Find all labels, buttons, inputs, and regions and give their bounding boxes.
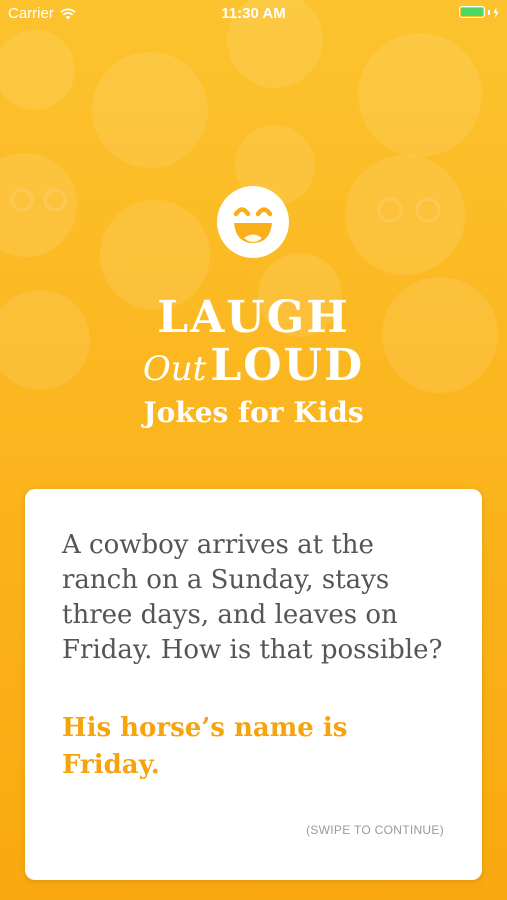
bg-face — [0, 153, 77, 257]
bg-face — [345, 155, 465, 275]
swipe-hint: (SWIPE TO CONTINUE) — [306, 823, 444, 837]
charging-bolt-icon — [493, 6, 499, 18]
battery-level — [461, 8, 483, 16]
status-bar: Carrier 11:30 AM — [0, 0, 507, 28]
battery-cap — [488, 9, 490, 15]
logo-out: Out — [142, 349, 207, 389]
joke-question: A cowboy arrives at the ranch on a Sunda… — [62, 530, 443, 665]
bg-face — [92, 52, 208, 168]
logo-laugh: LAUGH — [157, 292, 350, 343]
battery-icon — [459, 6, 485, 18]
logo-loud: LOUD — [210, 340, 365, 391]
logo-out-loud: OutLOUD — [0, 340, 507, 391]
laughing-face-icon — [217, 186, 289, 258]
joke-card[interactable]: A cowboy arrives at the ranch on a Sunda… — [25, 489, 482, 880]
joke-answer: His horse’s name is Friday. — [62, 713, 348, 780]
status-time: 11:30 AM — [221, 5, 286, 22]
bg-face — [0, 30, 75, 110]
bg-face — [358, 33, 482, 157]
status-right — [459, 6, 499, 18]
logo-subtitle: Jokes for Kids — [143, 396, 364, 429]
